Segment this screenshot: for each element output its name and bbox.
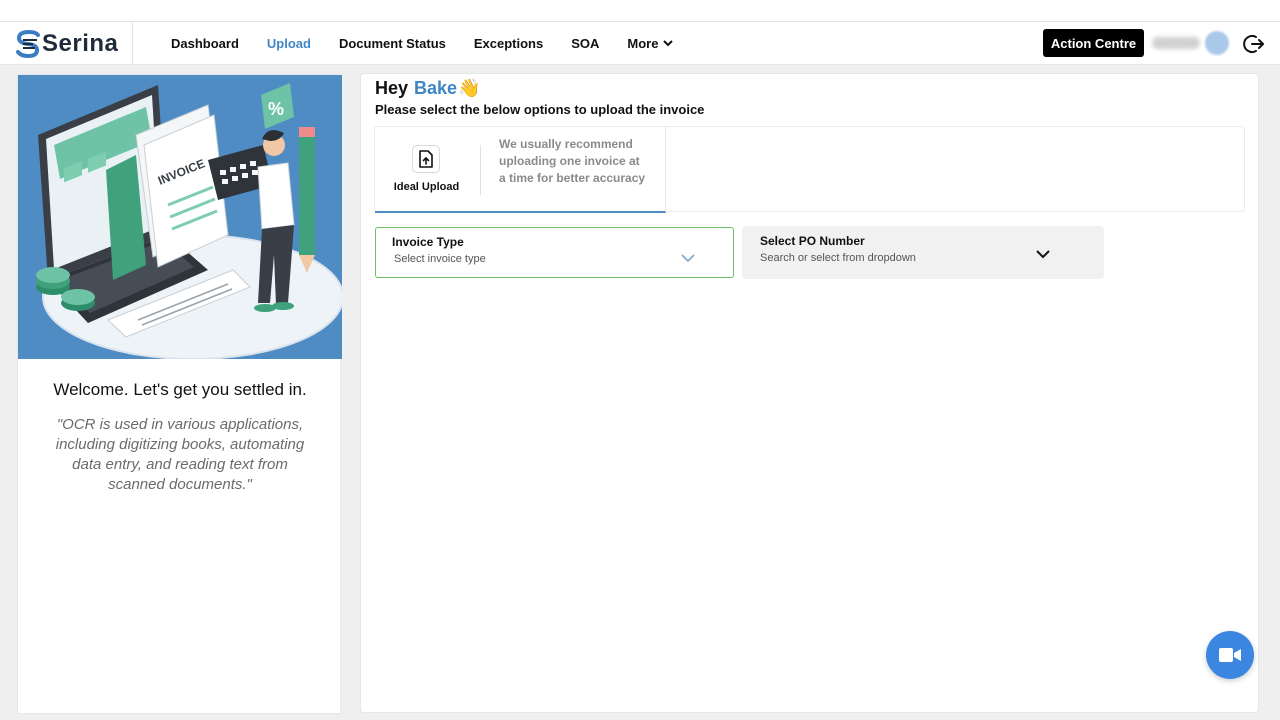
chevron-down-icon — [681, 254, 695, 262]
upload-option-divider — [480, 145, 481, 195]
nav-dashboard-label: Dashboard — [171, 36, 239, 51]
po-number-label: Select PO Number — [760, 234, 865, 248]
welcome-panel: INVOICE % Welcome. Let's get you settled… — [17, 74, 342, 714]
ideal-upload-description: We usually recommend uploading one invoi… — [499, 137, 646, 185]
app-header: Serina Dashboard Upload Document Status … — [0, 22, 1280, 65]
nav-document-status-label: Document Status — [338, 36, 446, 51]
nav-soa[interactable]: SOA — [557, 36, 613, 51]
welcome-heading: Welcome. Let's get you settled in. — [53, 380, 307, 399]
nav-document-status[interactable]: Document Status — [325, 36, 460, 51]
nav-dashboard[interactable]: Dashboard — [157, 36, 253, 51]
greeting: Hey Bake 👋 — [375, 78, 480, 99]
ocr-quote: "OCR is used in various applications, in… — [55, 416, 305, 493]
logout-icon[interactable] — [1243, 33, 1265, 55]
upload-instructions: Please select the below options to uploa… — [375, 102, 705, 117]
brand-name: Serina — [42, 30, 119, 57]
window-top-strip — [0, 0, 1280, 22]
nav-upload-label: Upload — [266, 36, 311, 51]
main-nav: Dashboard Upload Document Status Excepti… — [157, 22, 687, 65]
brand-logo[interactable]: Serina — [14, 30, 132, 58]
file-upload-icon — [412, 145, 440, 173]
video-camera-icon — [1219, 648, 1241, 662]
greeting-user-name: Bake — [414, 78, 458, 98]
nav-upload[interactable]: Upload — [253, 36, 325, 51]
invoice-type-label: Invoice Type — [392, 235, 464, 249]
po-number-placeholder: Search or select from dropdown — [760, 252, 916, 264]
video-call-button[interactable] — [1206, 631, 1254, 679]
greeting-prefix: Hey — [375, 78, 409, 98]
user-name-blurred — [1152, 37, 1200, 49]
invoice-type-placeholder: Select invoice type — [394, 253, 486, 265]
invoice-type-select[interactable]: Invoice Type Select invoice type — [375, 227, 734, 278]
chevron-down-icon — [663, 40, 674, 47]
svg-text:%: % — [268, 99, 284, 119]
po-number-select[interactable]: Select PO Number Search or select from d… — [742, 226, 1104, 279]
avatar[interactable] — [1205, 31, 1229, 55]
ideal-upload-label: Ideal Upload — [393, 181, 460, 193]
chevron-down-icon — [1036, 250, 1050, 259]
invoice-illustration: INVOICE % — [18, 75, 342, 359]
upload-panel: Hey Bake 👋 Please select the below optio… — [360, 73, 1259, 713]
upload-options: Ideal Upload We usually recommend upload… — [374, 126, 1245, 213]
header-divider — [132, 22, 133, 65]
serina-logo-icon — [16, 30, 40, 58]
wave-emoji: 👋 — [458, 78, 481, 98]
nav-more[interactable]: More — [613, 36, 687, 51]
invoice-illustration-svg: INVOICE % — [36, 83, 342, 359]
nav-exceptions-label: Exceptions — [473, 36, 544, 51]
nav-soa-label: SOA — [571, 36, 600, 51]
nav-more-label: More — [627, 36, 659, 51]
action-centre-button[interactable]: Action Centre — [1043, 29, 1144, 57]
nav-exceptions[interactable]: Exceptions — [460, 36, 557, 51]
ideal-upload-option[interactable]: Ideal Upload We usually recommend upload… — [375, 127, 666, 213]
